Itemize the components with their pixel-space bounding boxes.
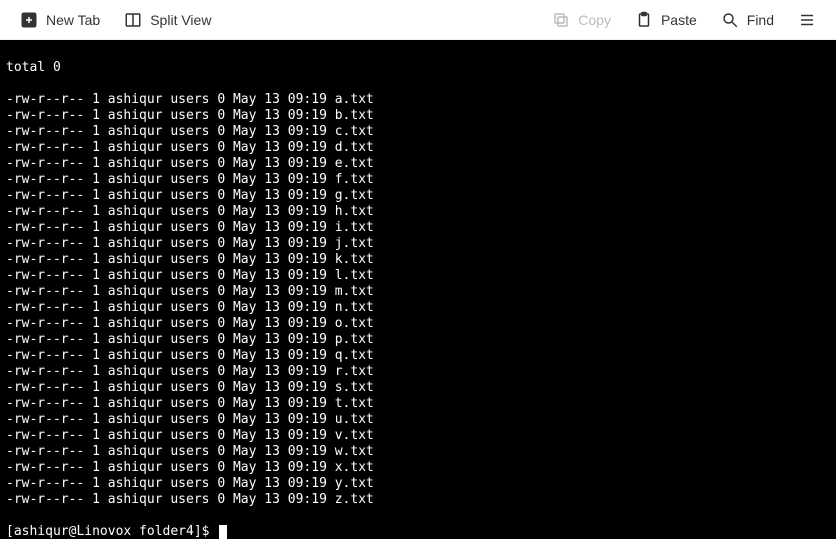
terminal-output[interactable]: total 0 -rw-r--r-- 1 ashiqur users 0 May… xyxy=(0,40,836,539)
ls-row: -rw-r--r-- 1 ashiqur users 0 May 13 09:1… xyxy=(6,396,830,412)
find-button[interactable]: Find xyxy=(713,7,782,33)
ls-row: -rw-r--r-- 1 ashiqur users 0 May 13 09:1… xyxy=(6,460,830,476)
ls-row: -rw-r--r-- 1 ashiqur users 0 May 13 09:1… xyxy=(6,284,830,300)
ls-row: -rw-r--r-- 1 ashiqur users 0 May 13 09:1… xyxy=(6,428,830,444)
copy-label: Copy xyxy=(578,12,611,28)
split-view-label: Split View xyxy=(150,12,211,28)
ls-row: -rw-r--r-- 1 ashiqur users 0 May 13 09:1… xyxy=(6,188,830,204)
ls-row: -rw-r--r-- 1 ashiqur users 0 May 13 09:1… xyxy=(6,476,830,492)
new-tab-label: New Tab xyxy=(46,12,100,28)
paste-icon xyxy=(635,11,653,29)
split-view-button[interactable]: Split View xyxy=(116,7,219,33)
ls-row: -rw-r--r-- 1 ashiqur users 0 May 13 09:1… xyxy=(6,364,830,380)
total-line: total 0 xyxy=(6,60,830,76)
toolbar: New Tab Split View Copy Paste Find xyxy=(0,0,836,40)
ls-row: -rw-r--r-- 1 ashiqur users 0 May 13 09:1… xyxy=(6,444,830,460)
cursor xyxy=(219,525,227,539)
ls-row: -rw-r--r-- 1 ashiqur users 0 May 13 09:1… xyxy=(6,236,830,252)
copy-icon xyxy=(552,11,570,29)
ls-row: -rw-r--r-- 1 ashiqur users 0 May 13 09:1… xyxy=(6,300,830,316)
copy-button: Copy xyxy=(544,7,619,33)
ls-row: -rw-r--r-- 1 ashiqur users 0 May 13 09:1… xyxy=(6,108,830,124)
ls-row: -rw-r--r-- 1 ashiqur users 0 May 13 09:1… xyxy=(6,492,830,508)
ls-row: -rw-r--r-- 1 ashiqur users 0 May 13 09:1… xyxy=(6,124,830,140)
prompt-line: [ashiqur@Linovox folder4]$ xyxy=(6,524,830,539)
new-tab-icon xyxy=(20,11,38,29)
ls-row: -rw-r--r-- 1 ashiqur users 0 May 13 09:1… xyxy=(6,204,830,220)
search-icon xyxy=(721,11,739,29)
ls-row: -rw-r--r-- 1 ashiqur users 0 May 13 09:1… xyxy=(6,220,830,236)
ls-row: -rw-r--r-- 1 ashiqur users 0 May 13 09:1… xyxy=(6,380,830,396)
hamburger-icon xyxy=(798,11,816,29)
ls-row: -rw-r--r-- 1 ashiqur users 0 May 13 09:1… xyxy=(6,92,830,108)
ls-row: -rw-r--r-- 1 ashiqur users 0 May 13 09:1… xyxy=(6,156,830,172)
paste-label: Paste xyxy=(661,12,697,28)
paste-button[interactable]: Paste xyxy=(627,7,705,33)
menu-button[interactable] xyxy=(790,7,824,33)
ls-row: -rw-r--r-- 1 ashiqur users 0 May 13 09:1… xyxy=(6,140,830,156)
ls-row: -rw-r--r-- 1 ashiqur users 0 May 13 09:1… xyxy=(6,332,830,348)
find-label: Find xyxy=(747,12,774,28)
new-tab-button[interactable]: New Tab xyxy=(12,7,108,33)
split-view-icon xyxy=(124,11,142,29)
ls-row: -rw-r--r-- 1 ashiqur users 0 May 13 09:1… xyxy=(6,172,830,188)
ls-row: -rw-r--r-- 1 ashiqur users 0 May 13 09:1… xyxy=(6,316,830,332)
ls-row: -rw-r--r-- 1 ashiqur users 0 May 13 09:1… xyxy=(6,252,830,268)
ls-row: -rw-r--r-- 1 ashiqur users 0 May 13 09:1… xyxy=(6,412,830,428)
ls-row: -rw-r--r-- 1 ashiqur users 0 May 13 09:1… xyxy=(6,268,830,284)
ls-row: -rw-r--r-- 1 ashiqur users 0 May 13 09:1… xyxy=(6,348,830,364)
prompt-text: [ashiqur@Linovox folder4]$ xyxy=(6,524,217,539)
